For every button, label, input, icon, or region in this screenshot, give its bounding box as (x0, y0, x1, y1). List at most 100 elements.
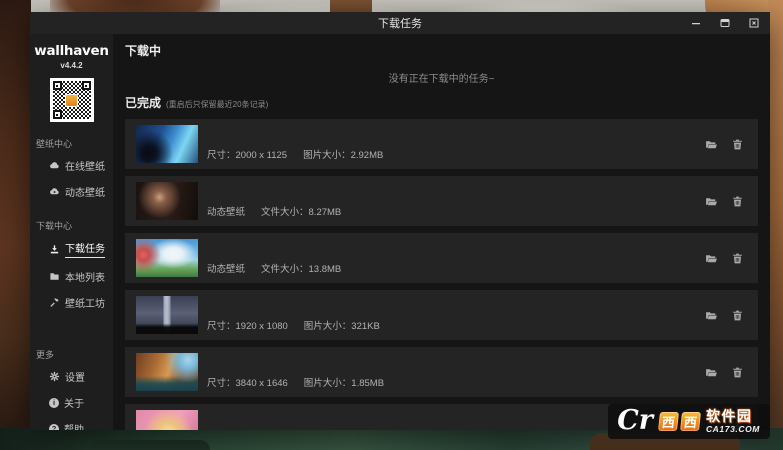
trash-icon (731, 309, 744, 322)
section-label: 下载中心 (30, 219, 113, 232)
folder-icon (49, 271, 60, 282)
sidebar: wallhaven v4.4.2 壁纸中心 在线壁纸 动态壁纸 (30, 34, 113, 430)
qr-center-logo (65, 94, 78, 107)
watermark-tile-xi: 西 (680, 412, 701, 431)
window-controls (689, 12, 760, 34)
section-label: 壁纸中心 (30, 137, 113, 150)
workshop-hammer-icon (49, 297, 60, 308)
app-logo: wallhaven (30, 43, 113, 59)
download-row[interactable]: 动态壁纸 文件大小：13.8MB (125, 233, 758, 283)
sidebar-item-wallpaper-workshop[interactable]: 壁纸工坊 (30, 289, 113, 315)
sidebar-item-dynamic-wallpapers[interactable]: 动态壁纸 (30, 178, 113, 204)
completed-section-title: 已完成 (125, 96, 161, 110)
window-title: 下载任务 (30, 15, 770, 31)
close-button[interactable] (747, 17, 760, 30)
row-actions (705, 138, 744, 151)
download-tray-icon (49, 244, 60, 255)
gear-icon (49, 371, 60, 382)
sidebar-item-label: 设置 (65, 369, 85, 384)
completed-retention-note: (重启后只保留最近20条记录) (166, 98, 268, 112)
row-info: 尺寸：1920 x 1080 图片大小：321KB (207, 318, 380, 340)
trash-icon (731, 252, 744, 265)
delete-button[interactable] (731, 252, 744, 265)
sidebar-item-label: 壁纸工坊 (65, 295, 105, 310)
open-folder-button[interactable] (705, 138, 718, 151)
row-dimensions: 尺寸：1920 x 1080 (207, 318, 288, 332)
qr-finder (53, 81, 62, 90)
wallpaper-thumbnail[interactable] (136, 296, 198, 334)
delete-button[interactable] (731, 309, 744, 322)
watermark-tile-xi: 西 (658, 412, 679, 431)
row-filesize: 图片大小：1.85MB (304, 375, 384, 389)
row-info: 动态壁纸 文件大小：13.8MB (207, 261, 341, 283)
titlebar[interactable]: 下载任务 (30, 12, 770, 34)
app-window: 下载任务 wallhaven v4.4.2 (30, 12, 770, 430)
qr-code (50, 78, 94, 122)
sidebar-item-label: 本地列表 (65, 269, 105, 284)
motion-cloud-icon (49, 186, 60, 197)
completed-section-header: 已完成 (重启后只保留最近20条记录) (125, 96, 758, 112)
wallpaper-thumbnail[interactable] (136, 353, 198, 391)
row-type: 动态壁纸 (207, 204, 245, 218)
section-label: 更多 (30, 348, 113, 361)
open-folder-button[interactable] (705, 366, 718, 379)
maximize-button[interactable] (718, 17, 731, 30)
sidebar-item-settings[interactable]: 设置 (30, 363, 113, 389)
row-dimensions: 尺寸：3840 x 1646 (207, 375, 288, 389)
sidebar-item-label: 动态壁纸 (65, 184, 105, 199)
trash-icon (731, 195, 744, 208)
open-folder-button[interactable] (705, 195, 718, 208)
help-icon: ? (49, 424, 59, 431)
rock-formation (0, 0, 31, 450)
downloading-section-title: 下载中 (125, 44, 758, 58)
open-folder-icon (705, 309, 718, 322)
empty-downloads-message: 没有正在下载中的任务~ (125, 74, 758, 86)
wallpaper-thumbnail[interactable] (136, 410, 198, 430)
sidebar-item-label: 帮助 (64, 421, 84, 430)
sidebar-item-help[interactable]: ? 帮助 (30, 415, 113, 430)
download-row[interactable]: 尺寸：3840 x 1646 图片大小：1.85MB (125, 347, 758, 397)
nav-section-more: 更多 设置 i 关于 ? 帮助 (30, 348, 113, 430)
wallpaper-thumbnail[interactable] (136, 239, 198, 277)
open-folder-icon (705, 195, 718, 208)
download-row[interactable]: 尺寸：2000 x 1125 图片大小：2.92MB (125, 119, 758, 169)
row-actions (705, 195, 744, 208)
delete-button[interactable] (731, 195, 744, 208)
nav-section-wallpaper-center: 壁纸中心 在线壁纸 动态壁纸 (30, 137, 113, 204)
open-folder-button[interactable] (705, 309, 718, 322)
site-watermark: Cr 西 西 软件园 CA173.COM (608, 404, 770, 439)
open-folder-button[interactable] (705, 252, 718, 265)
download-row[interactable]: 动态壁纸 文件大小：8.27MB (125, 176, 758, 226)
watermark-site-name: 软件园 (706, 409, 753, 423)
cloud-icon (49, 160, 60, 171)
main-content: 下载中 没有正在下载中的任务~ 已完成 (重启后只保留最近20条记录) 尺寸：2… (113, 34, 770, 430)
row-filesize: 图片大小：321KB (304, 318, 380, 332)
watermark-text-column: 软件园 CA173.COM (706, 409, 760, 434)
watermark-site-url: CA173.COM (706, 425, 760, 434)
trash-icon (731, 138, 744, 151)
wallpaper-thumbnail[interactable] (136, 125, 198, 163)
row-actions (705, 366, 744, 379)
qr-finder (82, 81, 91, 90)
minimize-button[interactable] (689, 17, 702, 30)
qr-finder (53, 110, 62, 119)
sidebar-item-about[interactable]: i 关于 (30, 389, 113, 415)
wallpaper-thumbnail[interactable] (136, 182, 198, 220)
watermark-cr-logo: Cr (617, 408, 653, 434)
delete-button[interactable] (731, 366, 744, 379)
completed-list: 尺寸：2000 x 1125 图片大小：2.92MB 动态壁纸 文件大小：8.2… (125, 119, 758, 430)
download-row[interactable]: 尺寸：1920 x 1080 图片大小：321KB (125, 290, 758, 340)
app-version: v4.4.2 (30, 61, 113, 70)
sidebar-item-local-list[interactable]: 本地列表 (30, 263, 113, 289)
trash-icon (731, 366, 744, 379)
row-actions (705, 309, 744, 322)
row-filesize: 图片大小：2.92MB (303, 147, 383, 161)
row-type: 动态壁纸 (207, 261, 245, 275)
delete-button[interactable] (731, 138, 744, 151)
row-filesize: 文件大小：8.27MB (261, 204, 341, 218)
sidebar-item-download-tasks[interactable]: 下载任务 (30, 234, 113, 263)
nav-section-download-center: 下载中心 下载任务 本地列表 壁纸工坊 (30, 219, 113, 315)
sidebar-item-online-wallpapers[interactable]: 在线壁纸 (30, 152, 113, 178)
row-info: 尺寸：3840 x 1646 图片大小：1.85MB (207, 375, 384, 397)
row-filesize: 文件大小：13.8MB (261, 261, 341, 275)
